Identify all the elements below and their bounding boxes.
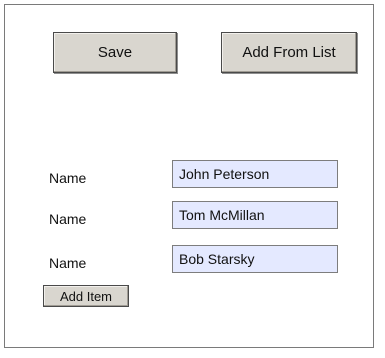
- name-input-2[interactable]: [172, 201, 338, 229]
- name-input-1[interactable]: [172, 160, 338, 188]
- name-label-3: Name: [49, 255, 87, 271]
- form-panel: Save Add From List Name Name Name Add It…: [4, 4, 374, 348]
- save-button[interactable]: Save: [53, 32, 177, 73]
- name-label-1: Name: [49, 170, 87, 186]
- name-label-2: Name: [49, 211, 87, 227]
- add-from-list-button[interactable]: Add From List: [221, 32, 357, 73]
- add-item-button[interactable]: Add Item: [43, 285, 129, 307]
- name-input-3[interactable]: [172, 245, 338, 273]
